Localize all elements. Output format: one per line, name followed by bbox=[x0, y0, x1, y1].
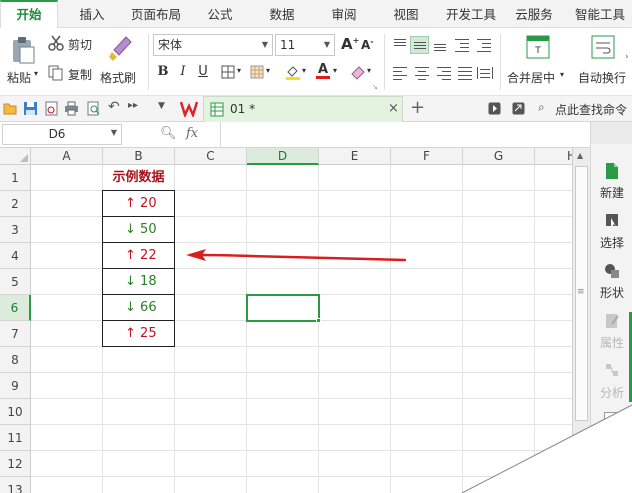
spreadsheet-app: { "menu": { "tabs": ["开始","插入","页面布局","公… bbox=[0, 0, 632, 493]
page-curl-overlay bbox=[461, 404, 632, 493]
